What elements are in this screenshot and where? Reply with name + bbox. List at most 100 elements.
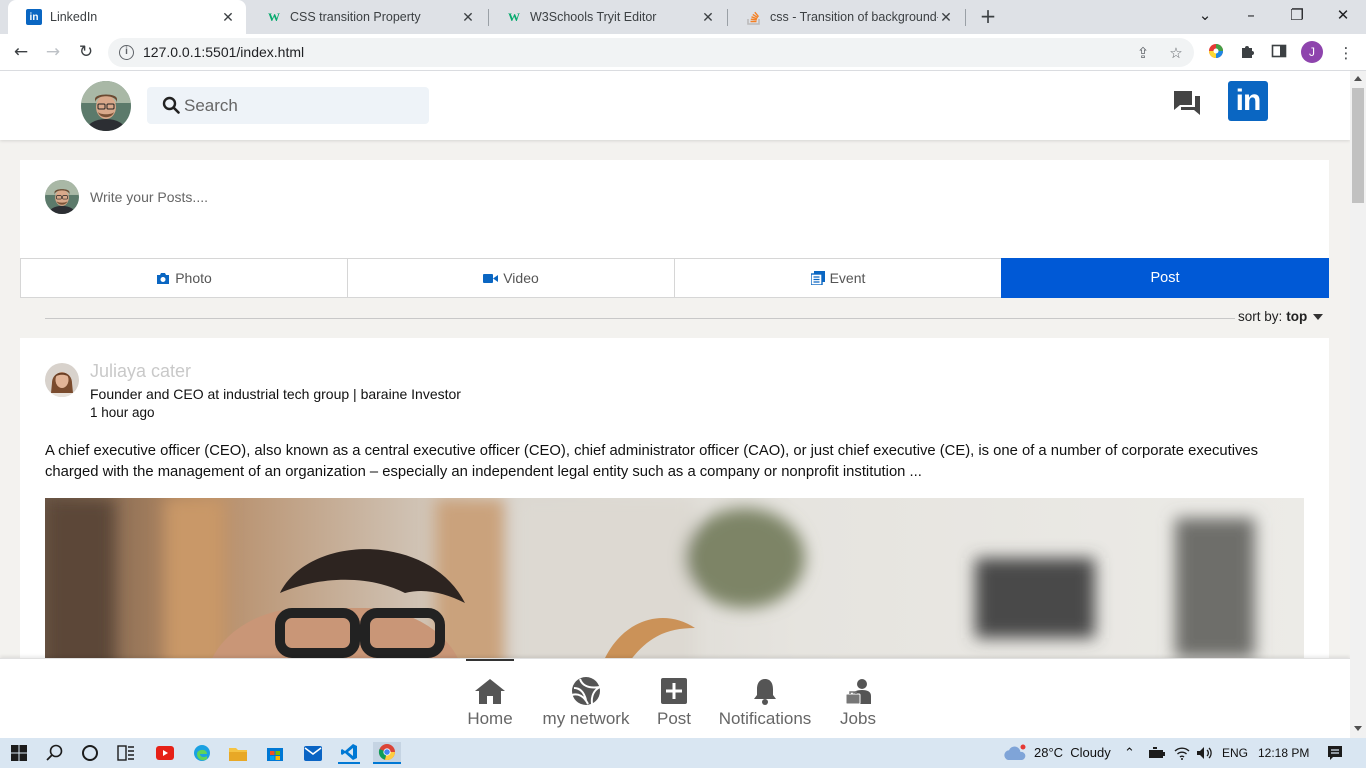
scroll-up-arrow-icon[interactable] — [1354, 76, 1362, 81]
post-timestamp: 1 hour ago — [90, 405, 155, 420]
post-input[interactable] — [90, 186, 790, 208]
weather-cloudy-icon[interactable] — [1002, 742, 1028, 764]
tab-separator — [965, 9, 966, 26]
share-icon[interactable]: ⇪ — [1133, 43, 1153, 63]
vscode-icon[interactable] — [338, 742, 360, 764]
plus-square-icon — [660, 676, 688, 706]
scroll-down-arrow-icon[interactable] — [1354, 726, 1362, 731]
wifi-icon[interactable] — [1171, 742, 1193, 764]
video-button[interactable]: Video — [347, 258, 674, 298]
post-submit-button[interactable]: Post — [1001, 258, 1329, 298]
post-author-headline: Founder and CEO at industrial tech group… — [90, 386, 461, 402]
nav-label: Notifications — [718, 709, 812, 728]
bookmark-star-icon[interactable]: ☆ — [1166, 43, 1186, 63]
tray-chevron-up-icon[interactable]: ⌃ — [1124, 738, 1135, 768]
microsoft-store-icon[interactable] — [264, 742, 286, 764]
youtube-icon[interactable] — [154, 742, 176, 764]
browser-toolbar: ← → ↻ i 127.0.0.1:5501/index.html ⇪ ☆ J … — [0, 34, 1366, 71]
stackoverflow-favicon-icon — [746, 9, 762, 25]
forward-button[interactable]: → — [41, 40, 65, 64]
w3schools-favicon-icon: W — [508, 9, 520, 24]
back-button[interactable]: ← — [9, 40, 33, 64]
task-view-icon[interactable] — [115, 742, 137, 764]
browser-tab-linkedin[interactable]: in LinkedIn ✕ — [8, 0, 246, 34]
browser-tab-strip: in LinkedIn ✕ W CSS transition Property … — [0, 0, 1366, 34]
windows-taskbar: 28°C Cloudy ⌃ ENG 12:18 PM — [0, 738, 1366, 768]
nav-label: my network — [542, 709, 630, 728]
profile-avatar[interactable]: J — [1301, 41, 1323, 63]
notification-center-icon[interactable] — [1324, 742, 1346, 764]
messages-icon[interactable] — [1172, 89, 1202, 121]
color-extension-icon[interactable] — [1206, 43, 1226, 63]
user-avatar[interactable] — [81, 81, 131, 131]
site-info-icon[interactable]: i — [119, 45, 134, 60]
restore-button[interactable]: ❐ — [1283, 4, 1311, 28]
chrome-taskbar-icon[interactable] — [373, 742, 401, 764]
caret-down-icon — [1313, 313, 1324, 320]
composer-avatar — [45, 180, 79, 214]
mail-icon[interactable] — [302, 742, 324, 764]
browser-tab-css-transition[interactable]: W CSS transition Property ✕ — [248, 0, 486, 34]
sort-label: sort by: — [1238, 309, 1283, 324]
file-explorer-icon[interactable] — [227, 742, 249, 764]
scrollbar-thumb[interactable] — [1352, 88, 1364, 203]
tab-title: W3Schools Tryit Editor — [530, 10, 657, 24]
search-taskbar-icon[interactable] — [44, 742, 66, 764]
cortana-icon[interactable] — [79, 742, 101, 764]
camera-icon — [156, 272, 170, 285]
reload-button[interactable]: ↻ — [74, 40, 98, 64]
photo-button[interactable]: Photo — [20, 258, 347, 298]
home-icon — [474, 676, 506, 706]
tab-title: css - Transition of background-co — [770, 10, 938, 24]
extensions-puzzle-icon[interactable] — [1237, 43, 1257, 63]
nav-home[interactable]: Home — [466, 659, 514, 738]
nav-my-network[interactable]: my network — [538, 659, 634, 738]
event-label: Event — [829, 270, 866, 286]
event-button[interactable]: Event — [674, 258, 1001, 298]
nav-post[interactable]: Post — [654, 659, 694, 738]
close-tab-icon[interactable]: ✕ — [460, 9, 476, 26]
post-composer: Photo Video Event Post — [20, 160, 1329, 298]
browser-tab-stackoverflow[interactable]: css - Transition of background-co ✕ — [728, 0, 964, 34]
linkedin-favicon-icon: in — [26, 9, 42, 25]
post-submit-label: Post — [1150, 270, 1180, 286]
volume-icon[interactable] — [1194, 742, 1216, 764]
close-tab-icon[interactable]: ✕ — [220, 9, 236, 26]
language-indicator[interactable]: ENG — [1222, 738, 1248, 768]
event-icon — [810, 271, 825, 285]
nav-label: Home — [467, 709, 513, 728]
edge-icon[interactable] — [191, 742, 213, 764]
side-panel-icon[interactable] — [1269, 43, 1289, 63]
battery-icon[interactable] — [1146, 742, 1168, 764]
author-avatar[interactable] — [45, 363, 79, 397]
app-header: in — [0, 71, 1350, 140]
close-tab-icon[interactable]: ✕ — [938, 9, 954, 26]
minimize-button[interactable]: – — [1237, 4, 1265, 28]
windows-start-icon[interactable] — [8, 742, 30, 764]
video-label: Video — [503, 270, 539, 286]
page-scrollbar[interactable] — [1350, 71, 1366, 738]
bell-icon — [752, 676, 778, 706]
jobs-icon — [844, 676, 872, 706]
sort-value: top — [1286, 309, 1308, 324]
weather-text[interactable]: 28°C Cloudy — [1034, 738, 1111, 768]
post-author-name[interactable]: Juliaya cater — [90, 361, 191, 382]
nav-notifications[interactable]: Notifications — [714, 659, 816, 738]
tab-search-chevron-icon[interactable]: ⌄ — [1191, 4, 1219, 28]
close-tab-icon[interactable]: ✕ — [700, 9, 716, 26]
new-tab-button[interactable]: + — [976, 5, 1000, 29]
browser-tab-tryit-editor[interactable]: W W3Schools Tryit Editor ✕ — [488, 0, 726, 34]
video-icon — [483, 273, 499, 284]
search-input[interactable] — [184, 87, 424, 124]
close-window-button[interactable]: ✕ — [1329, 4, 1357, 28]
clock[interactable]: 12:18 PM — [1258, 738, 1309, 768]
search-box[interactable] — [147, 87, 429, 124]
chrome-menu-icon[interactable]: ⋮ — [1336, 43, 1356, 63]
tab-title: CSS transition Property — [290, 10, 421, 24]
sort-dropdown[interactable]: sort by: top — [1238, 309, 1324, 324]
address-bar[interactable]: i 127.0.0.1:5501/index.html — [108, 38, 1194, 67]
bottom-navigation: Home my network Post Notifications Jobs — [0, 658, 1350, 738]
nav-jobs[interactable]: Jobs — [838, 659, 878, 738]
nav-label: Post — [656, 709, 692, 728]
linkedin-logo[interactable]: in — [1228, 81, 1268, 121]
